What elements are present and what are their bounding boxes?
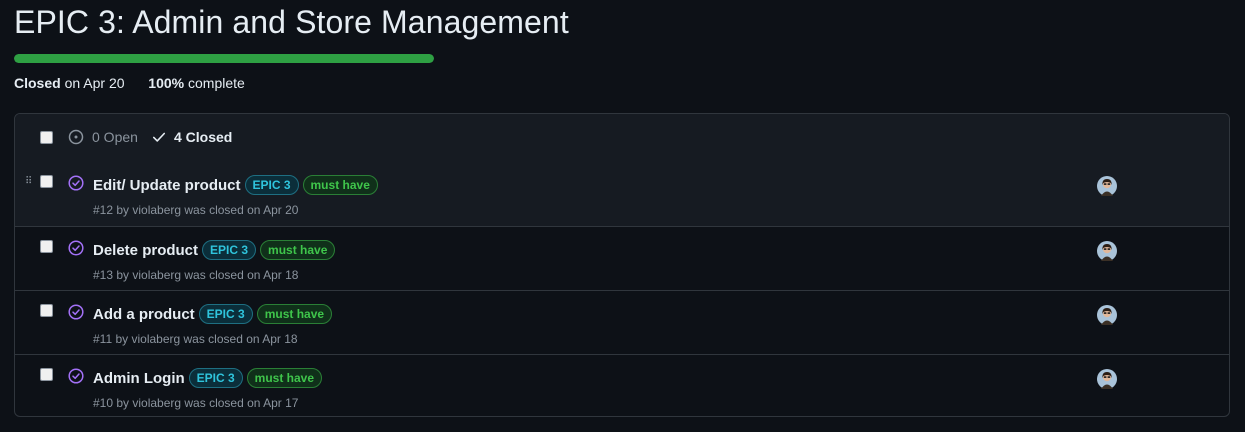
issue-title-line: Edit/ Update product EPIC 3 must have <box>93 175 382 195</box>
issue-title-link[interactable]: Edit/ Update product <box>93 177 241 194</box>
issue-meta: #13 by violaberg was closed on Apr 18 <box>93 268 299 282</box>
issue-title-line: Admin Login EPIC 3 must have <box>93 368 326 388</box>
open-issues-tab[interactable]: 0 Open <box>68 129 138 145</box>
issue-checkbox[interactable] <box>40 304 53 317</box>
milestone-percent: 100% <box>148 75 185 91</box>
label-epic-3[interactable]: EPIC 3 <box>202 240 257 260</box>
label-must-have[interactable]: must have <box>302 175 378 195</box>
label-epic-3[interactable]: EPIC 3 <box>198 304 253 324</box>
milestone-percent-suffix: complete <box>188 75 245 91</box>
milestone-progress-bar <box>14 54 434 63</box>
check-icon <box>152 132 166 142</box>
issue-meta: #11 by violaberg was closed on Apr 18 <box>93 332 298 346</box>
issue-row[interactable]: Add a product EPIC 3 must have #11 by vi… <box>15 291 1229 355</box>
label-epic-3[interactable]: EPIC 3 <box>244 175 299 195</box>
milestone-meta: Closed on Apr 20 100% complete <box>14 75 245 91</box>
issue-title-line: Delete product EPIC 3 must have <box>93 240 339 260</box>
issue-checkbox[interactable] <box>40 368 53 381</box>
assignee-avatar[interactable] <box>1097 176 1117 196</box>
issue-closed-icon <box>68 240 84 256</box>
closed-issues-tab[interactable]: 4 Closed <box>152 129 232 145</box>
milestone-status: Closed <box>14 75 61 91</box>
label-must-have[interactable]: must have <box>256 304 333 324</box>
issue-list: 0 Open 4 Closed ⠿ Edit/ Update product E… <box>14 113 1230 417</box>
issue-open-icon <box>68 129 84 145</box>
milestone-page: EPIC 3: Admin and Store Management Close… <box>0 0 1245 432</box>
issue-meta: #10 by violaberg was closed on Apr 17 <box>93 396 299 410</box>
issue-title-line: Add a product EPIC 3 must have <box>93 304 336 324</box>
open-issues-label: 0 Open <box>92 129 138 145</box>
milestone-title: EPIC 3: Admin and Store Management <box>14 4 569 40</box>
issue-title-link[interactable]: Add a product <box>93 306 195 323</box>
label-must-have[interactable]: must have <box>246 368 323 388</box>
issue-row[interactable]: ⠿ Edit/ Update product EPIC 3 must have … <box>15 162 1229 227</box>
label-must-have[interactable]: must have <box>260 240 336 260</box>
issue-meta: #12 by violaberg was closed on Apr 20 <box>93 203 299 217</box>
issue-title-link[interactable]: Delete product <box>93 242 198 259</box>
issue-checkbox[interactable] <box>40 240 53 253</box>
issue-closed-icon <box>68 368 84 384</box>
issue-closed-icon <box>68 304 84 320</box>
issue-row[interactable]: Admin Login EPIC 3 must have #10 by viol… <box>15 355 1229 416</box>
issue-closed-icon <box>68 175 84 191</box>
drag-handle-icon[interactable]: ⠿ <box>25 177 32 187</box>
issue-list-header: 0 Open 4 Closed <box>15 114 1229 163</box>
assignee-avatar[interactable] <box>1097 369 1117 389</box>
select-all-checkbox[interactable] <box>40 131 53 144</box>
milestone-progress-fill <box>14 54 434 63</box>
assignee-avatar[interactable] <box>1097 241 1117 261</box>
closed-issues-label: 4 Closed <box>174 129 233 145</box>
issue-title-link[interactable]: Admin Login <box>93 370 185 387</box>
assignee-avatar[interactable] <box>1097 305 1117 325</box>
milestone-closed-date: on Apr 20 <box>64 75 125 91</box>
issue-row[interactable]: Delete product EPIC 3 must have #13 by v… <box>15 227 1229 291</box>
label-epic-3[interactable]: EPIC 3 <box>188 368 243 388</box>
issue-checkbox[interactable] <box>40 175 53 188</box>
